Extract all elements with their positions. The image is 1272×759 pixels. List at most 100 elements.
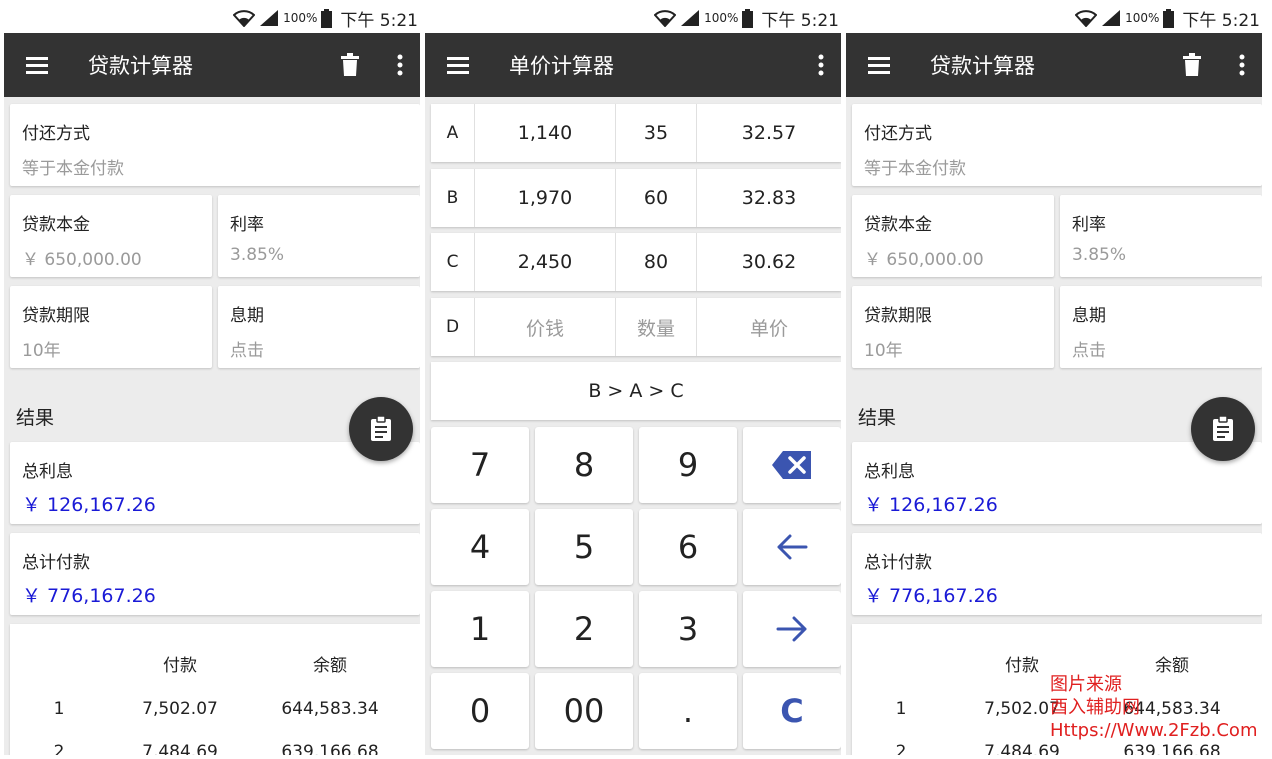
trash-icon bbox=[341, 53, 359, 76]
total-interest-label: 总利息 bbox=[864, 462, 915, 482]
price-field[interactable]: 1,140 bbox=[475, 104, 616, 162]
total-interest-card: 总利息 ￥ 126,167.26 bbox=[10, 442, 420, 524]
status-bar: 100% 下午 5:21 bbox=[4, 4, 420, 33]
row-letter: B bbox=[431, 169, 475, 227]
term-card[interactable]: 贷款期限 10年 bbox=[10, 286, 212, 368]
schedule-row-payment: 7,502.07 bbox=[142, 699, 218, 719]
principal-value: ￥ 650,000.00 bbox=[22, 250, 142, 270]
interest-period-label: 息期 bbox=[230, 306, 264, 326]
clipboard-fab-button[interactable] bbox=[349, 397, 413, 461]
watermark: 图片来源 酉入辅助网 Https://Www.2Fzb.Com bbox=[1050, 673, 1257, 742]
battery-icon bbox=[742, 8, 754, 28]
term-card[interactable]: 贷款期限 10年 bbox=[852, 286, 1054, 368]
backspace-button[interactable] bbox=[743, 427, 841, 503]
app-title: 贷款计算器 bbox=[88, 54, 193, 78]
total-payment-label: 总计付款 bbox=[864, 553, 932, 573]
app-bar: 单价计算器 bbox=[425, 33, 841, 97]
rate-label: 利率 bbox=[1072, 215, 1106, 235]
cursor-right-button[interactable] bbox=[743, 591, 841, 667]
clipboard-fab-button[interactable] bbox=[1191, 397, 1255, 461]
term-value: 10年 bbox=[22, 341, 61, 361]
payment-method-card[interactable]: 付还方式 等于本金付款 bbox=[10, 104, 420, 186]
quantity-input[interactable]: 数量 bbox=[616, 298, 697, 356]
key-4[interactable]: 4 bbox=[431, 509, 529, 585]
menu-icon[interactable] bbox=[445, 53, 471, 77]
delete-button[interactable] bbox=[1178, 51, 1206, 79]
interest-period-value: 点击 bbox=[1072, 341, 1106, 361]
principal-value: ￥ 650,000.00 bbox=[864, 250, 984, 270]
quantity-field[interactable]: 35 bbox=[616, 104, 697, 162]
row-letter: D bbox=[431, 298, 475, 356]
more-options-button[interactable] bbox=[386, 51, 414, 79]
key-9[interactable]: 9 bbox=[639, 427, 737, 503]
key-2[interactable]: 2 bbox=[535, 591, 633, 667]
quantity-field[interactable]: 60 bbox=[616, 169, 697, 227]
battery-icon bbox=[1163, 8, 1175, 28]
item-row-a[interactable]: A 1,140 35 32.57 bbox=[431, 104, 841, 162]
total-payment-card: 总计付款 ￥ 776,167.26 bbox=[852, 533, 1262, 615]
more-vert-icon bbox=[818, 54, 824, 76]
key-00[interactable]: 00 bbox=[535, 673, 633, 749]
loan-calculator-screen-left: 100% 下午 5:21 贷款计算器 付还方式 等于本金付款 贷款本金 ￥ 65… bbox=[4, 4, 420, 755]
total-payment-value: ￥ 776,167.26 bbox=[864, 585, 998, 607]
principal-card[interactable]: 贷款本金 ￥ 650,000.00 bbox=[10, 195, 212, 277]
results-title: 结果 bbox=[16, 407, 55, 429]
watermark-line-3: Https://Www.2Fzb.Com bbox=[1050, 720, 1258, 741]
cursor-left-button[interactable] bbox=[743, 509, 841, 585]
total-payment-card: 总计付款 ￥ 776,167.26 bbox=[10, 533, 420, 615]
arrow-right-icon bbox=[776, 616, 807, 642]
rate-card[interactable]: 利率 3.85% bbox=[218, 195, 420, 277]
more-vert-icon bbox=[1239, 54, 1245, 76]
unit-price-field: 32.57 bbox=[741, 122, 797, 144]
row-letter: C bbox=[431, 233, 475, 291]
item-row-c[interactable]: C 2,450 80 30.62 bbox=[431, 233, 841, 291]
key-6[interactable]: 6 bbox=[639, 509, 737, 585]
total-payment-label: 总计付款 bbox=[22, 553, 90, 573]
principal-label: 贷款本金 bbox=[22, 215, 90, 235]
payment-method-label: 付还方式 bbox=[864, 124, 932, 144]
price-field[interactable]: 1,970 bbox=[475, 169, 616, 227]
rate-card[interactable]: 利率 3.85% bbox=[1060, 195, 1262, 277]
rate-value: 3.85% bbox=[1072, 245, 1127, 265]
item-row-b[interactable]: B 1,970 60 32.83 bbox=[431, 169, 841, 227]
key-8[interactable]: 8 bbox=[535, 427, 633, 503]
price-field[interactable]: 2,450 bbox=[475, 233, 616, 291]
schedule-header-balance: 余额 bbox=[313, 656, 347, 676]
interest-period-card[interactable]: 息期 点击 bbox=[218, 286, 420, 368]
menu-icon[interactable] bbox=[24, 53, 50, 77]
battery-percent: 100% bbox=[1125, 11, 1160, 25]
unit-price-calculator-screen: 100% 下午 5:21 单价计算器 A 1,140 35 32.57 B 1,… bbox=[425, 4, 841, 755]
battery-icon bbox=[321, 8, 333, 28]
schedule-row-payment: 7,484.69 bbox=[984, 742, 1060, 755]
price-input[interactable]: 价钱 bbox=[475, 298, 616, 356]
total-interest-value: ￥ 126,167.26 bbox=[22, 494, 156, 516]
schedule-row-balance: 639,166.68 bbox=[1123, 742, 1221, 755]
quantity-field[interactable]: 80 bbox=[616, 233, 697, 291]
total-interest-label: 总利息 bbox=[22, 462, 73, 482]
key-0[interactable]: 0 bbox=[431, 673, 529, 749]
key-1[interactable]: 1 bbox=[431, 591, 529, 667]
payment-schedule-table: 付款 余额 1 7,502.07 644,583.34 2 7,484.69 6… bbox=[10, 624, 420, 755]
menu-icon[interactable] bbox=[866, 53, 892, 77]
key-7[interactable]: 7 bbox=[431, 427, 529, 503]
app-bar: 贷款计算器 bbox=[4, 33, 420, 97]
app-title: 贷款计算器 bbox=[930, 54, 1035, 78]
item-row-d[interactable]: D 价钱 数量 单价 bbox=[431, 298, 841, 356]
payment-method-card[interactable]: 付还方式 等于本金付款 bbox=[852, 104, 1262, 186]
key-decimal[interactable]: . bbox=[639, 673, 737, 749]
more-options-button[interactable] bbox=[1228, 51, 1256, 79]
signal-icon bbox=[260, 10, 279, 26]
schedule-row-balance: 639,166.68 bbox=[281, 742, 379, 755]
delete-button[interactable] bbox=[336, 51, 364, 79]
status-time: 下午 5:21 bbox=[340, 10, 418, 31]
key-5[interactable]: 5 bbox=[535, 509, 633, 585]
app-title: 单价计算器 bbox=[509, 54, 614, 78]
clear-button[interactable]: C bbox=[743, 673, 841, 749]
principal-card[interactable]: 贷款本金 ￥ 650,000.00 bbox=[852, 195, 1054, 277]
interest-period-card[interactable]: 息期 点击 bbox=[1060, 286, 1262, 368]
more-options-button[interactable] bbox=[807, 51, 835, 79]
signal-icon bbox=[681, 10, 700, 26]
key-3[interactable]: 3 bbox=[639, 591, 737, 667]
schedule-header-payment: 付款 bbox=[163, 656, 197, 676]
wifi-icon bbox=[233, 10, 256, 27]
